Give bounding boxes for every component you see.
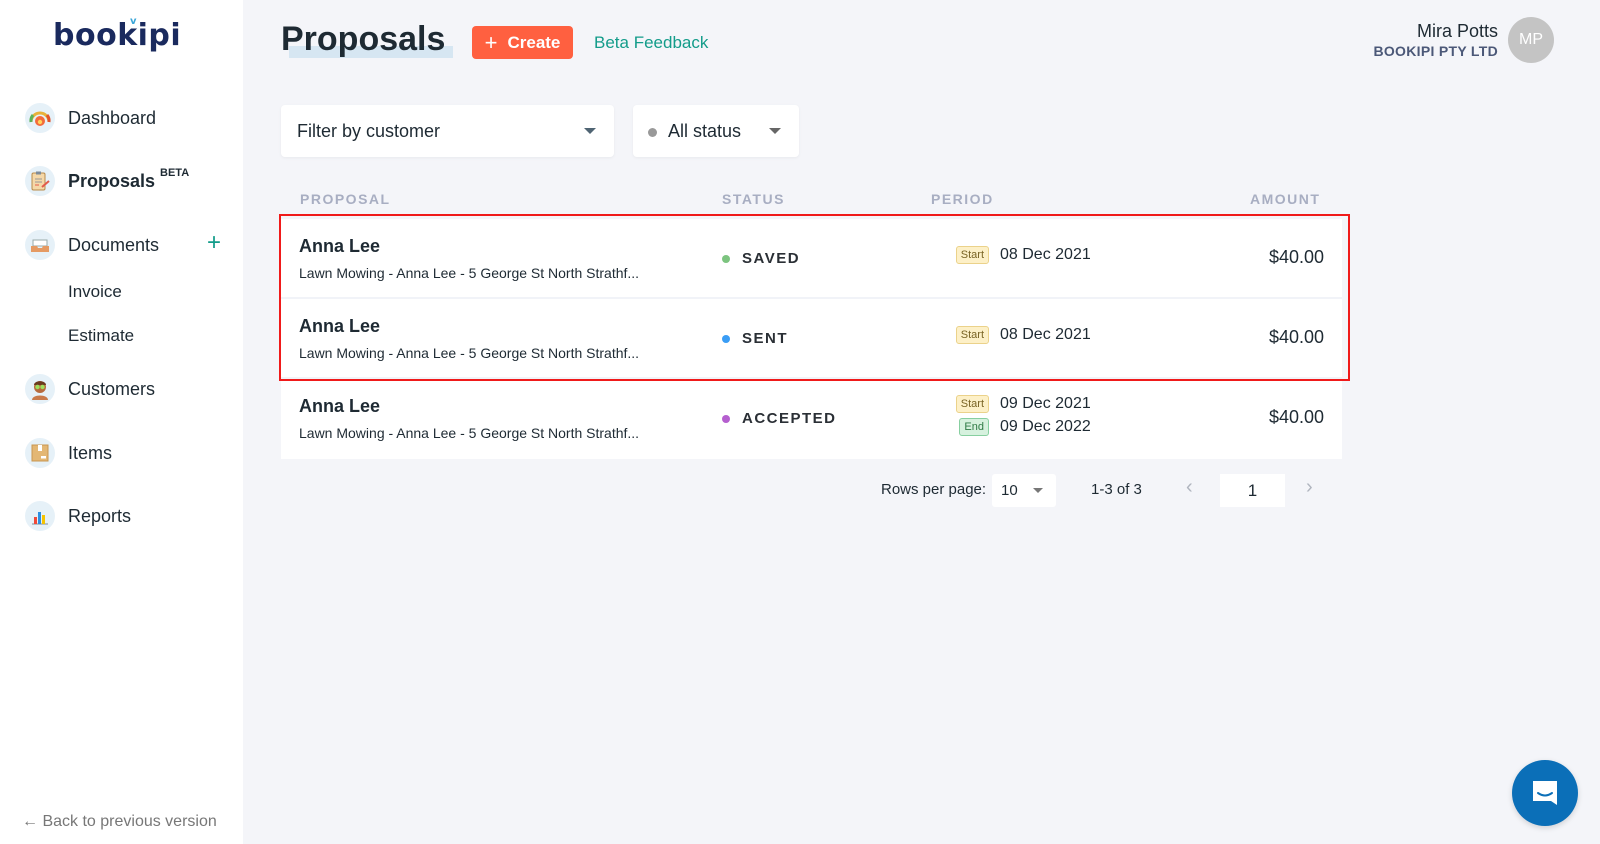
bar-chart-icon: [25, 501, 55, 531]
amount: $40.00: [1268, 247, 1324, 267]
column-header-status[interactable]: STATUS: [722, 191, 785, 207]
sidebar-item-customers[interactable]: Customers: [25, 373, 155, 405]
chat-support-button[interactable]: [1512, 760, 1578, 826]
status-dot-icon: [722, 254, 730, 263]
column-header-period[interactable]: PERIOD: [931, 191, 994, 207]
sidebar-item-items[interactable]: Items: [25, 437, 112, 469]
status-badge: ACCEPTED: [722, 410, 837, 427]
start-date: 09 Dec 2021: [1000, 394, 1091, 412]
chat-bubble-icon: [1533, 781, 1557, 805]
start-tag: Start: [955, 245, 989, 264]
proposals-label: Proposals: [68, 170, 156, 195]
status-dot-icon: [722, 334, 730, 343]
rows-per-page-label: Rows per page:: [881, 481, 987, 498]
start-date: 08 Dec 2021: [1000, 325, 1091, 343]
sidebar-subitem-invoice[interactable]: Invoice: [68, 282, 122, 302]
page-title: Proposals: [281, 20, 454, 59]
start-tag: Start: [955, 394, 989, 413]
sidebar-item-documents[interactable]: Documents: [25, 229, 159, 261]
proposal-description: Lawn Mowing - Anna Lee - 5 George St Nor…: [299, 425, 640, 441]
add-document-plus-icon[interactable]: +: [207, 231, 221, 255]
period: Start 08 Dec 2021: [929, 323, 1096, 346]
customer-name: Anna Lee: [299, 396, 381, 416]
sidebar-item-reports[interactable]: Reports: [25, 500, 131, 532]
start-date: 08 Dec 2021: [1000, 245, 1091, 263]
column-header-proposal[interactable]: PROPOSAL: [300, 191, 391, 207]
amount: $40.00: [1268, 407, 1324, 427]
chevron-down-icon: [584, 128, 596, 134]
proposals-table: Anna Lee Lawn Mowing - Anna Lee - 5 Geor…: [281, 219, 1342, 459]
bookipi-logo[interactable]: bookipi v: [53, 16, 181, 53]
customer-avatar-icon: [25, 374, 55, 404]
start-tag: Start: [955, 325, 989, 344]
chevron-down-icon: [1033, 488, 1043, 493]
user-company: BOOKIPI PTY LTD: [1373, 43, 1498, 59]
clipboard-icon: [25, 166, 55, 196]
status-badge: SENT: [722, 330, 788, 347]
create-button[interactable]: + Create: [472, 26, 573, 59]
table-row[interactable]: Anna Lee Lawn Mowing - Anna Lee - 5 Geor…: [281, 379, 1342, 459]
table-row[interactable]: Anna Lee Lawn Mowing - Anna Lee - 5 Geor…: [281, 299, 1342, 379]
status-dot-icon: [648, 128, 657, 137]
sidebar: bookipi v Dashboard Proposals BETA Docum…: [0, 0, 243, 844]
amount: $40.00: [1268, 327, 1324, 347]
back-to-previous-version-link[interactable]: ← Back to previous version: [22, 813, 217, 831]
sidebar-subitem-estimate[interactable]: Estimate: [68, 326, 134, 346]
box-icon: [25, 438, 55, 468]
end-tag: End: [959, 417, 989, 436]
beta-badge: BETA: [160, 167, 190, 179]
plus-icon: +: [484, 29, 498, 55]
user-name: Mira Potts: [1416, 21, 1498, 41]
user-avatar[interactable]: MP: [1508, 17, 1554, 63]
dashboard-gauge-icon: [25, 103, 55, 133]
end-date: 09 Dec 2022: [1000, 417, 1091, 435]
proposal-description: Lawn Mowing - Anna Lee - 5 George St Nor…: [299, 265, 640, 281]
logo-tick-icon: v: [130, 16, 138, 27]
rows-per-page-select[interactable]: 10: [992, 474, 1056, 507]
pagination-range: 1-3 of 3: [1091, 481, 1142, 498]
proposal-description: Lawn Mowing - Anna Lee - 5 George St Nor…: [299, 345, 640, 361]
period: Start 09 Dec 2021 End 09 Dec 2022: [929, 392, 1096, 438]
previous-page-icon[interactable]: ‹: [1186, 476, 1193, 499]
sidebar-item-proposals[interactable]: Proposals BETA: [25, 165, 189, 197]
status-dot-icon: [722, 414, 730, 423]
customer-name: Anna Lee: [299, 316, 381, 336]
status-badge: SAVED: [722, 250, 800, 267]
customer-name: Anna Lee: [299, 236, 381, 256]
status-filter-select[interactable]: All status: [633, 105, 799, 157]
filter-by-customer-select[interactable]: Filter by customer: [281, 105, 614, 157]
beta-feedback-link[interactable]: Beta Feedback: [594, 33, 708, 53]
sidebar-item-dashboard[interactable]: Dashboard: [25, 102, 156, 134]
inbox-tray-icon: [25, 230, 55, 260]
arrow-left-icon: ←: [22, 813, 38, 830]
next-page-icon[interactable]: ›: [1306, 476, 1313, 499]
table-row[interactable]: Anna Lee Lawn Mowing - Anna Lee - 5 Geor…: [281, 219, 1342, 299]
column-header-amount[interactable]: AMOUNT: [1250, 191, 1320, 207]
page-number-input[interactable]: [1220, 474, 1285, 507]
chevron-down-icon: [769, 128, 781, 134]
period: Start 08 Dec 2021: [929, 243, 1096, 266]
